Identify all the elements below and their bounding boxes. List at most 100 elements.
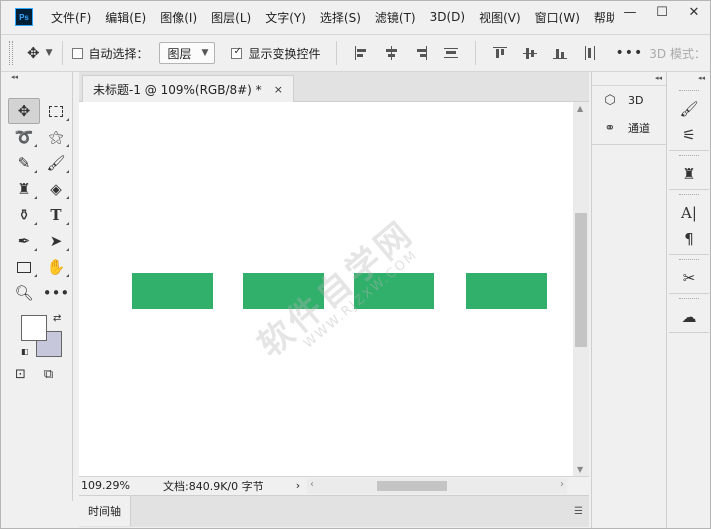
zoom-level[interactable]: 109.29% bbox=[81, 479, 151, 492]
options-bar-grip[interactable] bbox=[9, 41, 13, 65]
paragraph-icon[interactable]: ¶ bbox=[669, 226, 709, 252]
menu-select[interactable]: 选择(S) bbox=[320, 9, 361, 26]
scroll-left-icon[interactable]: ‹ bbox=[310, 479, 314, 490]
dropdown-value: 图层 bbox=[167, 46, 192, 61]
collapse-panel-icon[interactable]: ◂◂ bbox=[592, 72, 666, 86]
scroll-up-icon[interactable]: ▲ bbox=[577, 104, 583, 113]
close-button[interactable]: ✕ bbox=[678, 1, 710, 23]
status-menu-arrow[interactable]: › bbox=[291, 479, 305, 492]
paint-bucket-tool-icon[interactable]: ⚱ bbox=[8, 202, 40, 228]
collapse-panel-icon[interactable]: ◂◂ bbox=[669, 72, 709, 86]
window-controls: — ☐ ✕ bbox=[614, 1, 710, 23]
rectangular-marquee-tool-icon[interactable] bbox=[40, 98, 72, 124]
brush-presets-icon[interactable]: ⚟ bbox=[669, 122, 709, 148]
lasso-tool-icon[interactable]: ➰ bbox=[8, 124, 40, 150]
status-bar: 109.29% 文档:840.9K/0 字节 › ‹ › bbox=[79, 476, 589, 494]
quick-mask-icon[interactable]: ⊡ bbox=[15, 367, 26, 382]
panel-group: 🖌 ⚟ bbox=[669, 86, 709, 151]
clone-source-icon[interactable]: ♜ bbox=[669, 161, 709, 187]
show-transform-controls-label: 显示变换控件 bbox=[248, 46, 321, 61]
path-selection-tool-icon[interactable]: ➤ bbox=[40, 228, 72, 254]
divider bbox=[475, 41, 477, 65]
scroll-down-icon[interactable]: ▼ bbox=[577, 465, 583, 474]
tool-presets-icon[interactable]: ✂ bbox=[669, 265, 709, 291]
more-tools-icon[interactable]: ••• bbox=[40, 280, 72, 306]
canvas[interactable]: 软件自学网 WWW.RJZXW.COM bbox=[79, 102, 573, 476]
vertical-scrollbar[interactable]: ▲ ▼ bbox=[573, 102, 589, 476]
vertical-scroll-thumb[interactable] bbox=[575, 213, 587, 347]
mode-row: ⊡ ⧉ bbox=[15, 367, 53, 382]
document-tab[interactable]: 未标题-1 @ 109%(RGB/8#) * × bbox=[82, 75, 294, 102]
timeline-tab[interactable]: 时间轴 bbox=[79, 496, 131, 526]
panel-item-channels[interactable]: ⚭ 通道 bbox=[592, 114, 666, 142]
menu-edit[interactable]: 编辑(E) bbox=[105, 9, 146, 26]
more-options-icon[interactable]: ••• bbox=[615, 45, 643, 61]
align-right-edges-icon[interactable] bbox=[414, 46, 428, 60]
align-top-edges-icon[interactable] bbox=[493, 46, 508, 60]
green-rectangle-4[interactable] bbox=[466, 273, 547, 309]
menu-view[interactable]: 视图(V) bbox=[479, 9, 521, 26]
clone-stamp-tool-icon[interactable]: ♜ bbox=[8, 176, 40, 202]
distribute-horizontal-icon[interactable] bbox=[583, 46, 597, 60]
scroll-right-icon[interactable]: › bbox=[560, 479, 564, 490]
type-tool-icon[interactable]: T bbox=[40, 202, 72, 228]
panel-group: ♜ bbox=[669, 151, 709, 190]
creative-cloud-libraries-icon[interactable]: ☁ bbox=[669, 304, 709, 330]
panel-icon-dock: ◂◂ 🖌 ⚟ ♜ A| ¶ ✂ ☁ bbox=[669, 72, 709, 528]
horizontal-scrollbar[interactable]: ‹ › bbox=[307, 477, 567, 494]
menu-type[interactable]: 文字(Y) bbox=[265, 9, 306, 26]
options-bar: ✥ ▼ 自动选择： 图层 ▼ 显示变换控件 ••• 3D 模式： bbox=[1, 34, 710, 72]
panel-group: ☁ bbox=[669, 294, 709, 333]
align-left-edges-icon[interactable] bbox=[354, 46, 368, 60]
menu-3d[interactable]: 3D(D) bbox=[430, 10, 465, 24]
menu-file[interactable]: 文件(F) bbox=[51, 9, 91, 26]
align-horizontal-centers-icon[interactable] bbox=[384, 46, 398, 60]
rectangle-tool-icon[interactable] bbox=[8, 254, 40, 280]
panel-group: ✂ bbox=[669, 255, 709, 294]
auto-select-target-dropdown[interactable]: 图层 ▼ bbox=[158, 42, 216, 64]
tools-panel: ◂◂ ✥ ➰ ⚝ ✎ 🖌 ♜ ◈ ⚱ T ✒ ➤ ✋ 🔍︎ ••• ⇄ ◧ ⊡ bbox=[7, 72, 73, 501]
color-swatches: ⇄ ◧ bbox=[21, 313, 71, 363]
move-tool-icon[interactable]: ✥ bbox=[8, 98, 40, 124]
close-document-icon[interactable]: × bbox=[274, 83, 283, 96]
move-tool-preset-icon[interactable]: ✥ bbox=[27, 44, 40, 62]
cube-icon: ⬡ bbox=[604, 92, 616, 108]
panel-item-3d[interactable]: ⬡ 3D bbox=[592, 86, 666, 114]
menu-layer[interactable]: 图层(L) bbox=[211, 9, 251, 26]
quick-selection-tool-icon[interactable]: ⚝ bbox=[40, 124, 72, 150]
chevron-down-icon[interactable]: ▼ bbox=[46, 48, 53, 58]
align-bottom-edges-icon[interactable] bbox=[553, 46, 568, 60]
hand-tool-icon[interactable]: ✋ bbox=[40, 254, 72, 280]
menu-window[interactable]: 窗口(W) bbox=[535, 9, 580, 26]
collapse-panel-icon[interactable]: ◂◂ bbox=[7, 72, 72, 82]
divider bbox=[592, 144, 666, 145]
photoshop-window: Ps 文件(F) 编辑(E) 图像(I) 图层(L) 文字(Y) 选择(S) 滤… bbox=[0, 0, 711, 529]
brush-tool-icon[interactable]: 🖌 bbox=[40, 150, 72, 176]
align-vertical-centers-icon[interactable] bbox=[523, 46, 538, 60]
show-transform-controls-checkbox[interactable] bbox=[231, 46, 243, 59]
eraser-tool-icon[interactable]: ◈ bbox=[40, 176, 72, 202]
default-colors-icon[interactable]: ◧ bbox=[21, 347, 29, 356]
zoom-tool-icon[interactable]: 🔍︎ bbox=[8, 280, 40, 306]
timeline-panel: 时间轴 ☰ bbox=[79, 495, 589, 527]
pen-tool-icon[interactable]: ✒ bbox=[8, 228, 40, 254]
brush-settings-icon[interactable]: 🖌 bbox=[669, 96, 709, 122]
foreground-color-swatch[interactable] bbox=[21, 315, 47, 341]
character-icon[interactable]: A| bbox=[669, 200, 709, 226]
horizontal-scroll-thumb[interactable] bbox=[377, 480, 447, 491]
swap-colors-icon[interactable]: ⇄ bbox=[53, 313, 61, 324]
panel-menu-icon[interactable]: ☰ bbox=[574, 506, 583, 517]
3d-channels-panel: ◂◂ ⬡ 3D ⚭ 通道 bbox=[591, 72, 667, 528]
minimize-button[interactable]: — bbox=[614, 1, 646, 23]
3d-mode-label: 3D 模式： bbox=[649, 46, 706, 61]
menu-filter[interactable]: 滤镜(T) bbox=[375, 9, 416, 26]
auto-select-checkbox[interactable] bbox=[71, 47, 83, 59]
green-rectangle-1[interactable] bbox=[132, 273, 213, 309]
distribute-vertical-icon[interactable] bbox=[444, 46, 459, 60]
auto-select-label: 自动选择： bbox=[88, 46, 149, 61]
screen-mode-icon[interactable]: ⧉ bbox=[44, 367, 53, 382]
menu-image[interactable]: 图像(I) bbox=[160, 9, 197, 26]
divider bbox=[61, 41, 63, 65]
eyedropper-tool-icon[interactable]: ✎ bbox=[8, 150, 40, 176]
maximize-button[interactable]: ☐ bbox=[646, 1, 678, 23]
